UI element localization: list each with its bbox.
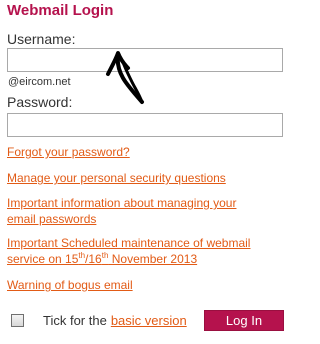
password-label: Password: (7, 94, 73, 110)
password-info-link-line2: email passwords (7, 212, 97, 226)
maintenance-link-line2-end: November 2013 (108, 252, 198, 266)
login-button[interactable]: Log In (204, 310, 284, 331)
hand-drawn-arrow-icon (106, 51, 144, 104)
basic-version-link[interactable]: basic version (111, 313, 187, 328)
maintenance-link-line1: Important Scheduled maintenance of webma… (7, 236, 251, 250)
password-info-link[interactable]: Important information about managing you… (7, 195, 236, 227)
password-info-link-line1: Important information about managing you… (7, 196, 237, 210)
maintenance-link-slash: /16 (85, 252, 102, 266)
security-questions-link[interactable]: Manage your personal security questions (7, 170, 226, 186)
basic-version-label: Tick for the (43, 312, 107, 328)
username-label: Username: (7, 31, 76, 47)
maintenance-link-line2-start: service on 15 (7, 252, 79, 266)
maintenance-link[interactable]: Important Scheduled maintenance of webma… (7, 235, 250, 267)
basic-version-checkbox[interactable] (11, 313, 24, 327)
forgot-password-link[interactable]: Forgot your password? (7, 144, 130, 160)
password-input[interactable] (7, 113, 283, 137)
domain-hint: @eircom.net (8, 76, 71, 88)
basic-version-row: Tick for the basic version (11, 311, 187, 329)
bogus-email-link[interactable]: Warning of bogus email (7, 277, 133, 293)
page-title: Webmail Login (7, 2, 114, 19)
